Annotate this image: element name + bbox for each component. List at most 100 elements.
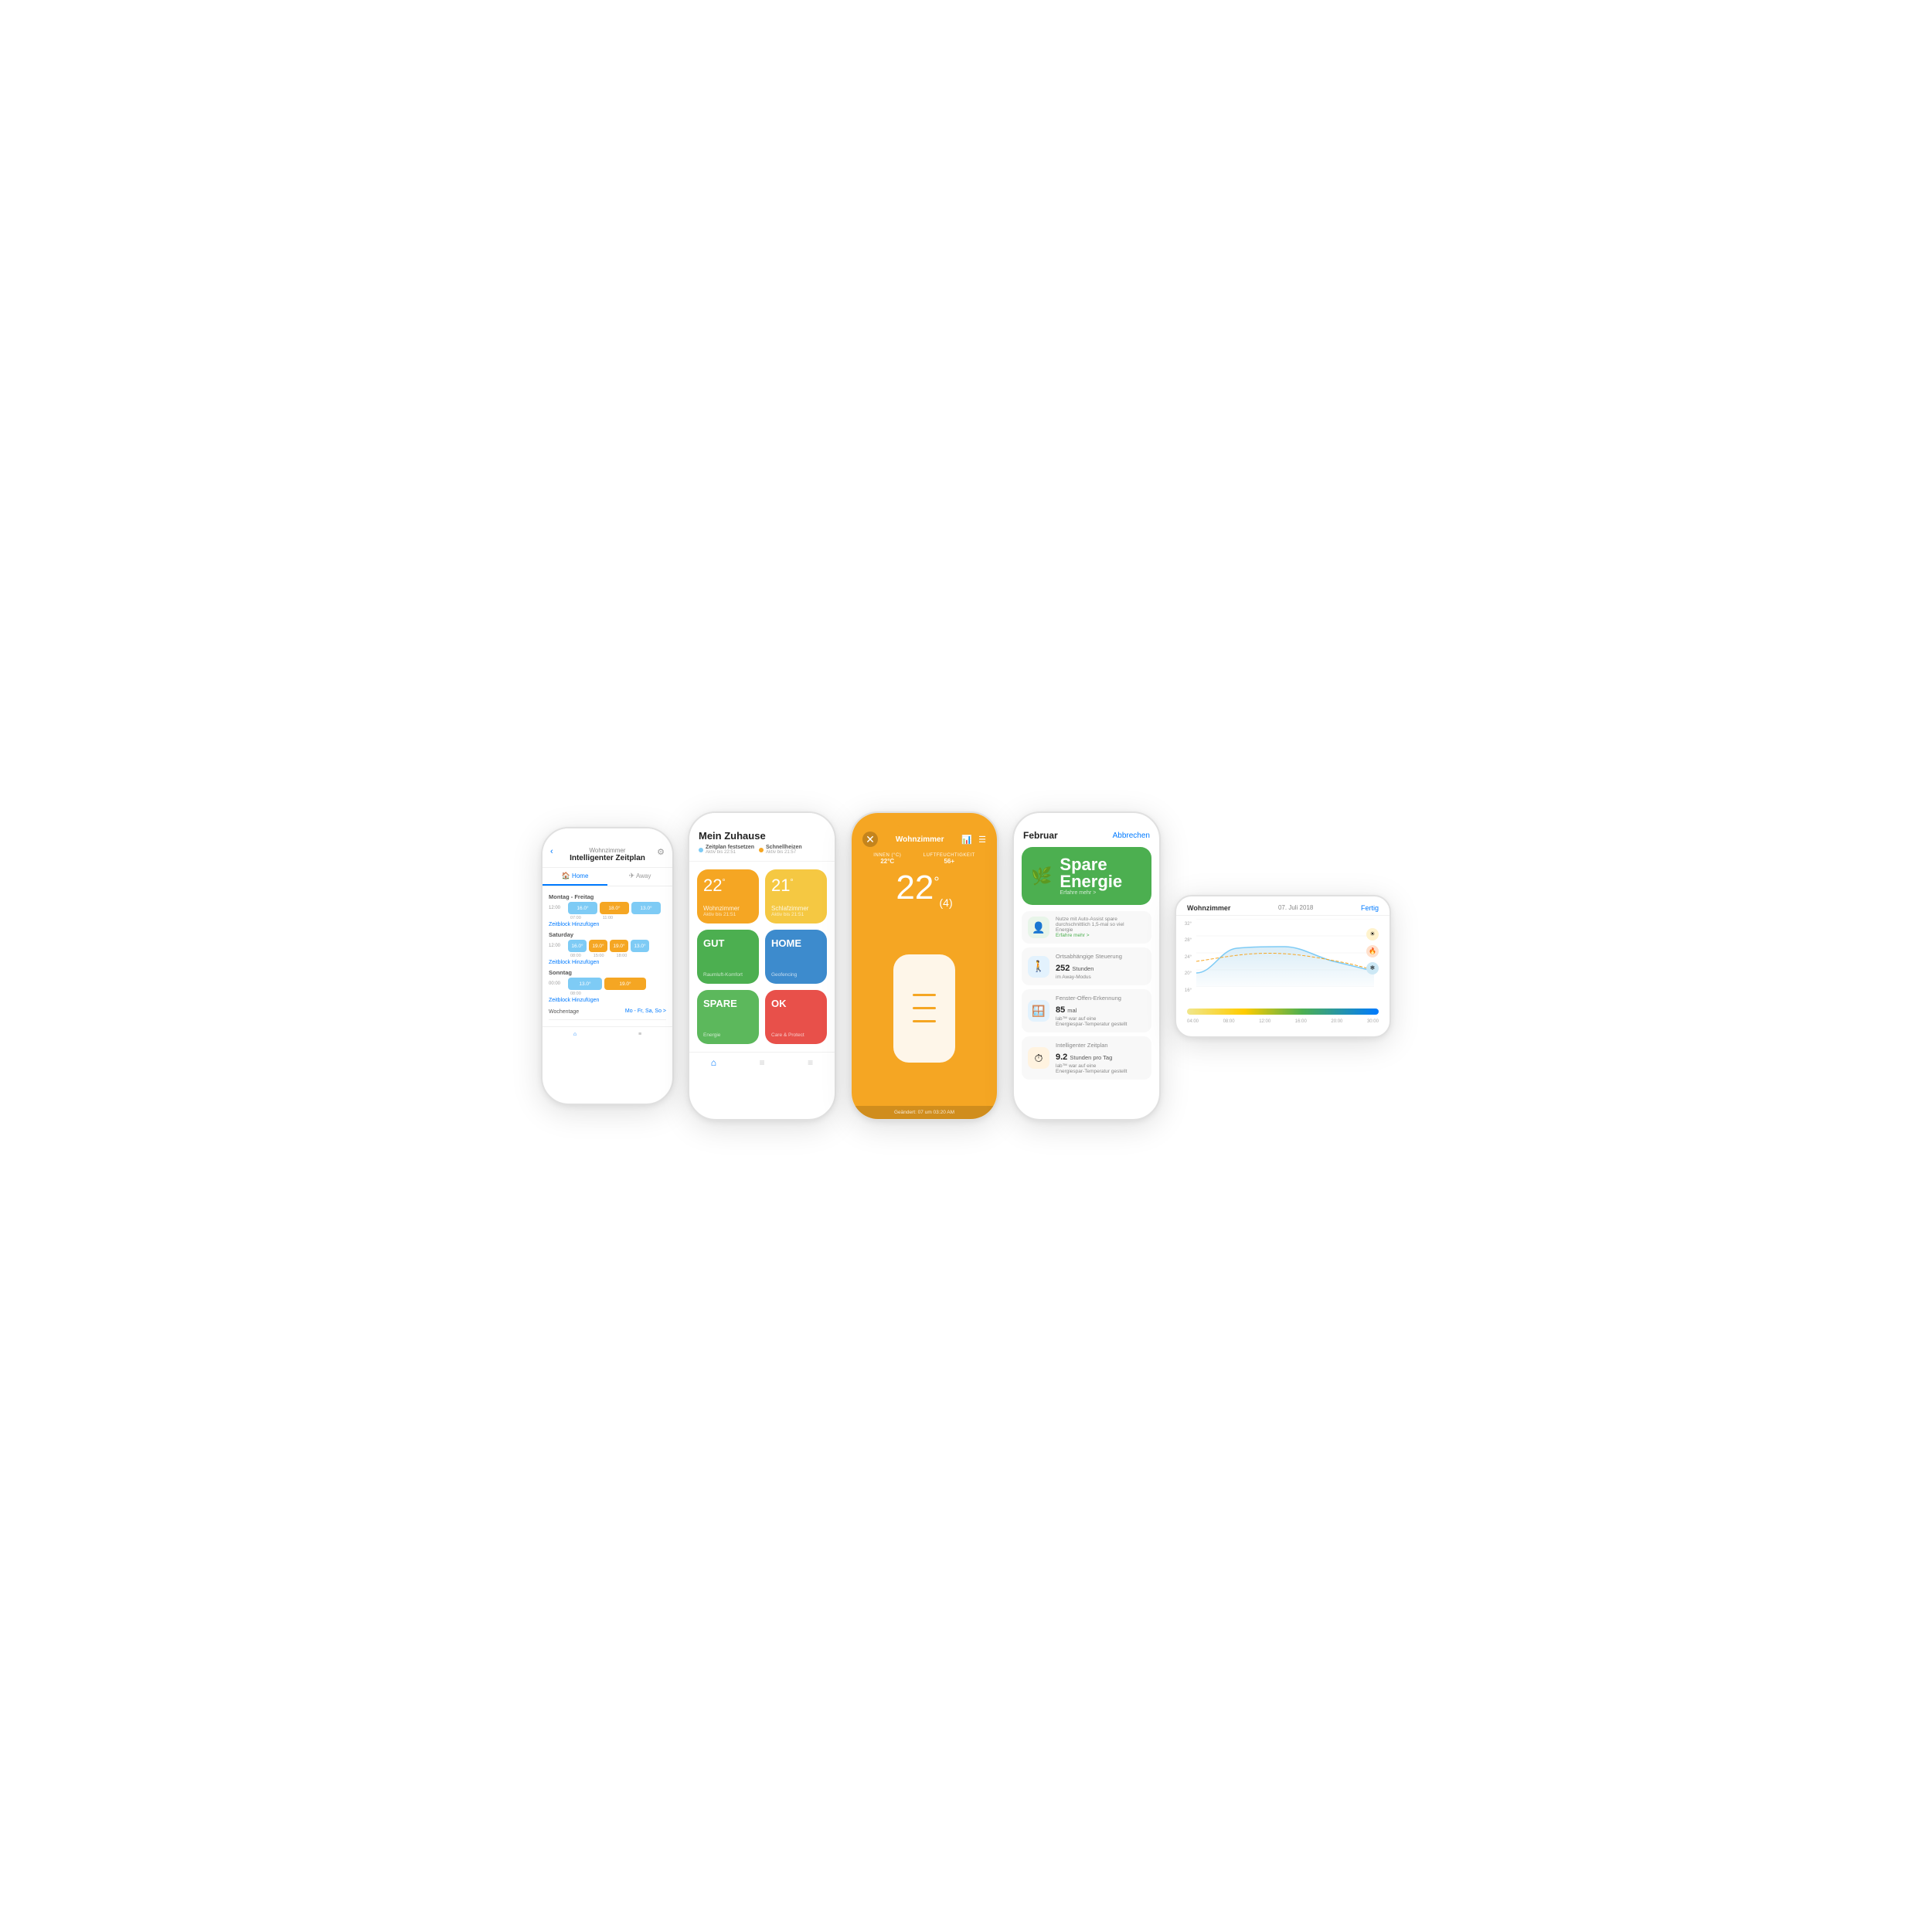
section-sunday: Sonntag [549,969,666,976]
x-axis: 04:00 08:00 12:00 16:00 20:00 30:00 [1176,1019,1389,1024]
done-button[interactable]: Fertig [1361,904,1379,912]
x-label: 04:00 [1187,1019,1199,1024]
chart-icons: ☀ 🔥 ❄ [1366,928,1379,975]
time-block[interactable]: 13.0° [631,940,649,952]
back-button[interactable]: ‹ [550,847,553,856]
energy-item-window[interactable]: 🪟 Fenster-Offen-Erkennung 85 mal lab™ wa… [1022,989,1151,1032]
auto-icon: 👤 [1028,917,1049,938]
time-block[interactable]: 18.0° [600,902,629,914]
big-temperature[interactable]: 22°(4) [852,871,997,908]
card-temp-2: 21° [771,877,821,894]
tab-home[interactable]: 🏠 Home [543,868,607,886]
card-wohnzimmer[interactable]: 22° Wohnzimmer Aktiv bis 21:51 [697,869,759,923]
time-block[interactable]: 19.0° [589,940,607,952]
schedule-row-sunday: 00:00 13.0° 19.0° [549,978,666,990]
y-label: 16° [1176,988,1195,993]
time-block[interactable]: 19.0° [610,940,628,952]
time-block[interactable]: 19.0° [604,978,646,990]
footer-menu-icon[interactable]: ≡ [760,1057,765,1068]
card-label-gut: GUT [703,937,753,949]
add-timeblock-weekday[interactable]: Zeitblock Hinzufügen [549,922,666,927]
mode-tabs: 🏠 Home ✈ Away [543,868,672,886]
schedule-icon: ⏱ [1028,1047,1049,1069]
hero-link[interactable]: Erfahre mehr > [1060,890,1122,896]
schedule-text: Intelligenter Zeitplan 9.2 Stunden pro T… [1056,1042,1128,1074]
y-label: 24° [1176,955,1195,960]
card-spare[interactable]: SPARE Energie [697,990,759,1044]
phone1-screen: ‹ Wohnzimmer Intelligenter Zeitplan ⚙ 🏠 … [543,828,672,1104]
cancel-button[interactable]: Abbrechen [1113,832,1150,840]
card-ok[interactable]: OK Care & Protect [765,990,827,1044]
card-sub-2: Aktiv bis 21:51 [771,912,821,917]
card-home[interactable]: HOME Geofencing [765,930,827,984]
card-label-ok: OK [771,998,821,1009]
badge-dot [699,848,703,852]
card-sub: Aktiv bis 21:51 [703,912,753,917]
device-line [913,1007,936,1009]
away-text: Ortsabhängige Steuerung 252 Stunden im A… [1056,953,1122,980]
x-label: 16:00 [1295,1019,1307,1024]
sun-icon: ☀ [1366,928,1379,940]
hero-icon: 🌿 [1031,866,1052,886]
chart-icon[interactable]: 📊 [961,835,972,845]
color-bar [1187,1009,1379,1015]
footer-home[interactable]: ⌂ [573,1032,577,1037]
badge-schedule: Zeitplan festsetzen Aktiv bis 22:51 [699,845,754,855]
home-title: Mein Zuhause [699,830,825,842]
x-label: 08:00 [1223,1019,1235,1024]
phone-notch-4 [1056,813,1117,827]
phone3-screen: ✕ Wohnzimmer 📊 ☰ INNEN (°C) 22°C LUFTFEU… [852,813,997,1119]
phone-energy: Februar Abbrechen 🌿 SpareEnergie Erfahre… [1012,811,1161,1121]
auto-link[interactable]: Erfahre mehr > [1056,933,1124,938]
cool-icon: ❄ [1366,962,1379,975]
away-icon: 🚶 [1028,956,1049,978]
section-saturday: Saturday [549,931,666,938]
y-label: 32° [1176,922,1195,927]
list-icon[interactable]: ☰ [978,835,986,845]
heat-icon: 🔥 [1366,945,1379,957]
badge-heating: Schnellheizen Aktiv bis 21:57 [759,845,802,855]
time-block[interactable]: 16.0° [568,902,597,914]
badge-heating-text: Schnellheizen Aktiv bis 21:57 [766,845,802,855]
phone-thermostat: ✕ Wohnzimmer 📊 ☰ INNEN (°C) 22°C LUFTFEU… [850,811,998,1121]
card-room-label: Wohnzimmer [703,905,753,912]
close-button[interactable]: ✕ [862,832,878,847]
y-label: 28° [1176,938,1195,943]
room-label: Wohnzimmer [550,847,665,854]
phone1-footer: ⌂ ≡ [543,1026,672,1043]
card-schlafzimmer[interactable]: 21° Schlafzimmer Aktiv bis 21:51 [765,869,827,923]
chart-header: Wohnzimmer 07. Juli 2018 Fertig [1176,896,1389,916]
footer-home-icon[interactable]: ⌂ [711,1057,716,1068]
footer-menu[interactable]: ≡ [638,1032,641,1037]
phone-notch [577,828,638,842]
card-gut[interactable]: GUT Raumluft-Komfort [697,930,759,984]
chart-room: Wohnzimmer [1187,904,1230,912]
auto-text: Nutze mit Auto-Assist spare durchschnitt… [1056,917,1124,938]
time-block[interactable]: 13.0° [631,902,661,914]
footer-settings-icon[interactable]: ≡ [808,1057,813,1068]
add-timeblock-sunday[interactable]: Zeitblock Hinzufügen [549,998,666,1003]
time-block[interactable]: 13.0° [568,978,602,990]
add-timeblock-saturday[interactable]: Zeitblock Hinzufügen [549,960,666,965]
card-sublabel-spare: Energie [703,1032,753,1038]
energy-item-away[interactable]: 🚶 Ortsabhängige Steuerung 252 Stunden im… [1022,947,1151,985]
chart-date: 07. Juli 2018 [1278,904,1313,911]
phones-container: ‹ Wohnzimmer Intelligenter Zeitplan ⚙ 🏠 … [541,811,1391,1121]
schedule-row-weekday: 12:00 16.0° 18.0° 13.0° [549,902,666,914]
hero-title: SpareEnergie [1060,856,1122,890]
tab-away[interactable]: ✈ Away [607,868,672,886]
settings-icon[interactable]: ⚙ [657,847,665,857]
energy-item-auto[interactable]: 👤 Nutze mit Auto-Assist spare durchschni… [1022,911,1151,944]
card-sublabel-ok: Care & Protect [771,1032,821,1038]
card-temp: 22° [703,877,753,894]
phone4-screen: Februar Abbrechen 🌿 SpareEnergie Erfahre… [1014,813,1159,1119]
energy-item-schedule[interactable]: ⏱ Intelligenter Zeitplan 9.2 Stunden pro… [1022,1036,1151,1080]
window-icon: 🪟 [1028,1000,1049,1022]
badge-schedule-text: Zeitplan festsetzen Aktiv bis 22:51 [706,845,754,855]
phone-notch [731,813,793,827]
weekdays-value[interactable]: Mo - Fr, Sa, So > [625,1009,666,1014]
time-block[interactable]: 16.0° [568,940,587,952]
room-title: Wohnzimmer [896,835,944,844]
badge-dot-orange [759,848,764,852]
y-axis: 32° 28° 24° 20° 16° [1176,922,1195,993]
